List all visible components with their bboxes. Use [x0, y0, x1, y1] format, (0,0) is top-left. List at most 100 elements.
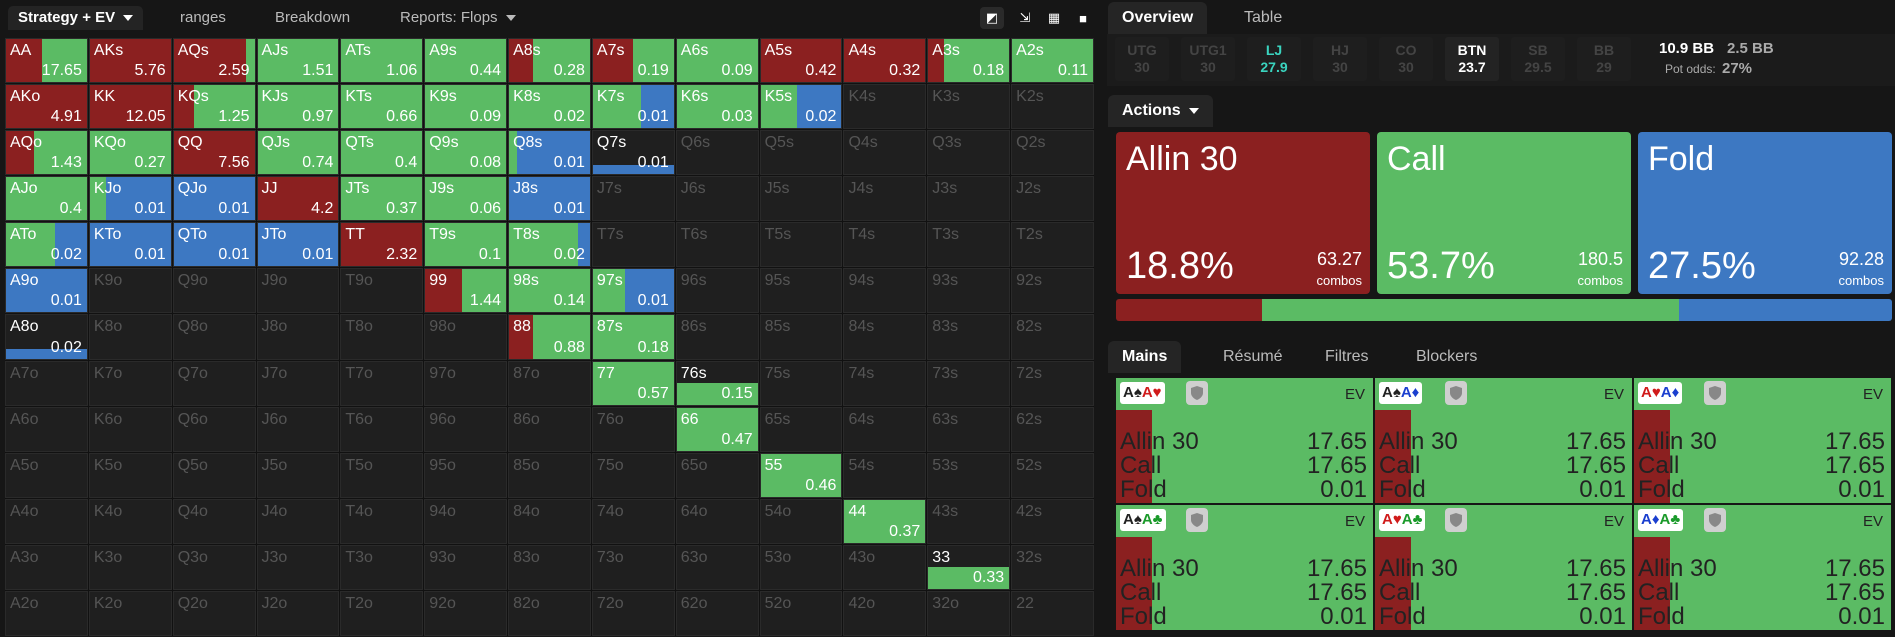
hand-cell[interactable]: 32o	[927, 590, 1011, 636]
hand-cell[interactable]: J7s	[591, 176, 675, 222]
hand-cell[interactable]: 83s	[927, 314, 1011, 360]
hand-cell[interactable]: K4o	[88, 498, 172, 544]
hand-cell[interactable]: 53s	[927, 452, 1011, 498]
hand-combo-card[interactable]: A♥A♦ EV Allin 30 17.65 Call 17.65 Fold 0.01	[1634, 378, 1891, 503]
position-co[interactable]: CO 30	[1379, 37, 1433, 81]
hand-cell[interactable]: 43o	[843, 544, 927, 590]
hand-cell[interactable]: Q4s	[843, 130, 927, 176]
hand-cell[interactable]: QJs 0.74	[256, 130, 340, 176]
hand-cell[interactable]: J6s	[675, 176, 759, 222]
hand-cell[interactable]: 77 0.57	[591, 360, 675, 406]
hand-cell[interactable]: JTo 0.01	[256, 222, 340, 268]
hand-cell[interactable]: 65o	[675, 452, 759, 498]
hand-cell[interactable]: 52o	[759, 590, 843, 636]
position-sb[interactable]: SB 29.5	[1511, 37, 1565, 81]
hand-cell[interactable]: 42s	[1011, 498, 1094, 544]
hand-cell[interactable]: K2s	[1011, 84, 1094, 130]
contrast-icon[interactable]: ◩	[980, 7, 1004, 29]
hand-cell[interactable]: 54o	[759, 498, 843, 544]
hand-cell[interactable]: K9s 0.09	[424, 84, 508, 130]
hand-cell[interactable]: 87s 0.18	[591, 314, 675, 360]
hand-cell[interactable]: JJ 4.2	[256, 176, 340, 222]
shield-icon[interactable]	[1704, 381, 1726, 405]
hand-cell[interactable]: T7s	[591, 222, 675, 268]
hand-cell[interactable]: 62s	[1011, 406, 1094, 452]
hand-cell[interactable]: A9s 0.44	[424, 38, 508, 84]
hand-cell[interactable]: T2s	[1011, 222, 1094, 268]
hand-cell[interactable]: J4o	[256, 498, 340, 544]
tab-breakdown[interactable]: Breakdown	[265, 6, 360, 30]
tab-filtres[interactable]: Filtres	[1311, 341, 1383, 373]
hand-cell[interactable]: 85s	[759, 314, 843, 360]
hand-cell[interactable]: Q8s 0.01	[508, 130, 591, 176]
hand-cell[interactable]: A8o 0.02	[5, 314, 88, 360]
hand-cell[interactable]: K6o	[88, 406, 172, 452]
hand-cell[interactable]: J3o	[256, 544, 340, 590]
hand-cell[interactable]: K4s	[843, 84, 927, 130]
hand-combo-card[interactable]: A♦A♣ EV Allin 30 17.65 Call 17.65 Fold 0.01	[1634, 505, 1891, 630]
hand-cell[interactable]: K3s	[927, 84, 1011, 130]
hand-cell[interactable]: KQs 1.25	[172, 84, 256, 130]
hand-cell[interactable]: J4s	[843, 176, 927, 222]
hand-cell[interactable]: KK 12.05	[88, 84, 172, 130]
hand-cell[interactable]: K7o	[88, 360, 172, 406]
hand-cell[interactable]: AA 17.65	[5, 38, 88, 84]
hand-cell[interactable]: J7o	[256, 360, 340, 406]
hand-cell[interactable]: K5o	[88, 452, 172, 498]
hand-cell[interactable]: 96o	[424, 406, 508, 452]
hand-cell[interactable]: QJo 0.01	[172, 176, 256, 222]
grid-icon[interactable]: ▦	[1042, 7, 1066, 29]
hand-cell[interactable]: 92o	[424, 590, 508, 636]
hand-combo-card[interactable]: A♠A♥ EV Allin 30 17.65 Call 17.65 Fold 0.01	[1116, 378, 1373, 503]
hand-cell[interactable]: K3o	[88, 544, 172, 590]
hand-cell[interactable]: Q5o	[172, 452, 256, 498]
hand-cell[interactable]: 64s	[843, 406, 927, 452]
hand-cell[interactable]: J5o	[256, 452, 340, 498]
hand-cell[interactable]: J2o	[256, 590, 340, 636]
hand-cell[interactable]: J6o	[256, 406, 340, 452]
hand-cell[interactable]: J2s	[1011, 176, 1094, 222]
hand-cell[interactable]: Q7s 0.01	[591, 130, 675, 176]
hand-cell[interactable]: KJo 0.01	[88, 176, 172, 222]
position-hj[interactable]: HJ 30	[1313, 37, 1367, 81]
hand-cell[interactable]: 76s 0.15	[675, 360, 759, 406]
hand-cell[interactable]: 82s	[1011, 314, 1094, 360]
shield-icon[interactable]	[1186, 508, 1208, 532]
hand-cell[interactable]: 42o	[843, 590, 927, 636]
tab-reports-flops[interactable]: Reports: Flops	[390, 6, 526, 30]
hand-cell[interactable]: 76o	[591, 406, 675, 452]
hand-cell[interactable]: K7s 0.01	[591, 84, 675, 130]
action-call-box[interactable]: Call 53.7% 180.5 combos	[1377, 132, 1631, 294]
hand-cell[interactable]: 63o	[675, 544, 759, 590]
hand-cell[interactable]: 72o	[591, 590, 675, 636]
hand-cell[interactable]: 43s	[927, 498, 1011, 544]
hand-cell[interactable]: AQs 2.59	[172, 38, 256, 84]
hand-cell[interactable]: K6s 0.03	[675, 84, 759, 130]
hand-combo-card[interactable]: A♠A♦ EV Allin 30 17.65 Call 17.65 Fold 0.01	[1375, 378, 1632, 503]
hand-cell[interactable]: 99 1.44	[424, 268, 508, 314]
hand-cell[interactable]: J8o	[256, 314, 340, 360]
shield-icon[interactable]	[1445, 508, 1467, 532]
hand-combo-card[interactable]: A♠A♣ EV Allin 30 17.65 Call 17.65 Fold 0.01	[1116, 505, 1373, 630]
shield-icon[interactable]	[1186, 381, 1208, 405]
tab-blockers[interactable]: Blockers	[1402, 341, 1491, 373]
hand-cell[interactable]: 72s	[1011, 360, 1094, 406]
actions-dropdown[interactable]: Actions	[1108, 95, 1213, 127]
hand-cell[interactable]: 93s	[927, 268, 1011, 314]
square-icon[interactable]: ■	[1071, 7, 1095, 29]
hand-cell[interactable]: 75o	[591, 452, 675, 498]
hand-cell[interactable]: 74s	[843, 360, 927, 406]
hand-cell[interactable]: KJs 0.97	[256, 84, 340, 130]
hand-cell[interactable]: J9s 0.06	[424, 176, 508, 222]
hand-cell[interactable]: Q3s	[927, 130, 1011, 176]
hand-cell[interactable]: 87o	[508, 360, 591, 406]
hand-cell[interactable]: A6o	[5, 406, 88, 452]
hand-cell[interactable]: Q9o	[172, 268, 256, 314]
tab-table[interactable]: Table	[1230, 2, 1296, 34]
hand-cell[interactable]: T6o	[340, 406, 424, 452]
hand-cell[interactable]: 66 0.47	[675, 406, 759, 452]
hand-cell[interactable]: TT 2.32	[340, 222, 424, 268]
hand-cell[interactable]: A3s 0.18	[927, 38, 1011, 84]
hand-cell[interactable]: A7s 0.19	[591, 38, 675, 84]
hand-cell[interactable]: J9o	[256, 268, 340, 314]
